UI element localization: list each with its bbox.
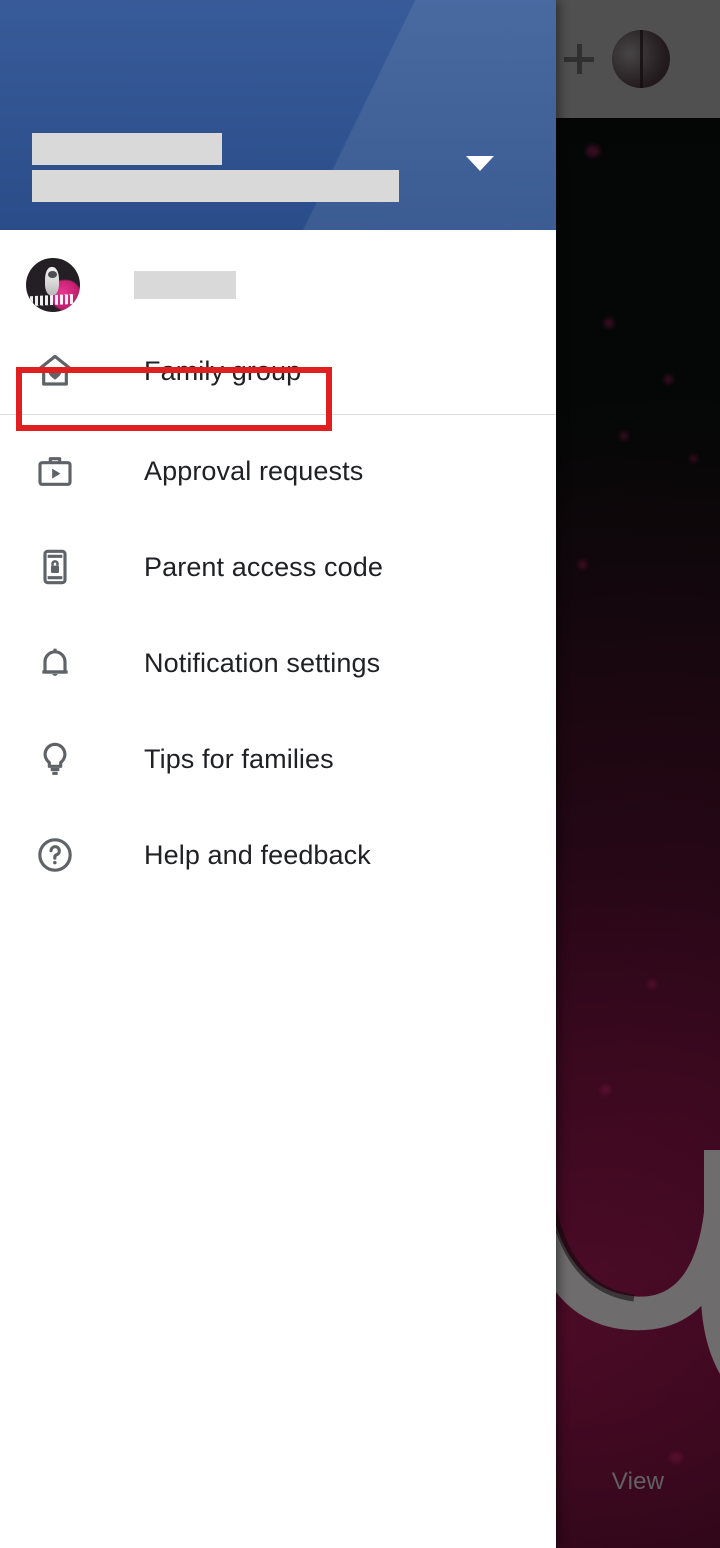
drawer-divider xyxy=(0,414,556,415)
menu-item-label: Family group xyxy=(144,355,302,386)
phone-lock-icon xyxy=(26,547,84,587)
header-redacted-line-2 xyxy=(32,170,399,202)
menu-item-family-group[interactable]: Family group xyxy=(0,334,556,408)
menu-item-label: Parent access code xyxy=(144,551,383,582)
approval-bag-play-icon xyxy=(26,451,84,491)
menu-item-label: Tips for families xyxy=(144,743,334,774)
bell-icon xyxy=(26,643,84,683)
screen: View Family group Approval requests Pare… xyxy=(0,0,720,1548)
chevron-down-icon[interactable] xyxy=(466,156,494,171)
help-circle-icon xyxy=(26,835,84,875)
menu-item-label: Approval requests xyxy=(144,455,364,486)
account-name-redacted xyxy=(134,271,236,299)
drawer-menu-list: Family group Approval requests Parent ac… xyxy=(0,334,556,903)
menu-item-help-and-feedback[interactable]: Help and feedback xyxy=(0,807,556,903)
menu-item-notification-settings[interactable]: Notification settings xyxy=(0,615,556,711)
family-home-heart-icon xyxy=(26,351,84,391)
navigation-drawer: Family group Approval requests Parent ac… xyxy=(0,0,556,1548)
drawer-header xyxy=(0,0,556,230)
account-row[interactable] xyxy=(0,230,556,340)
menu-item-label: Notification settings xyxy=(144,647,381,678)
lightbulb-icon xyxy=(26,739,84,779)
menu-item-parent-access-code[interactable]: Parent access code xyxy=(0,519,556,615)
menu-item-tips-for-families[interactable]: Tips for families xyxy=(0,711,556,807)
menu-item-approval-requests[interactable]: Approval requests xyxy=(0,423,556,519)
avatar-astronaut xyxy=(45,266,60,295)
menu-item-label: Help and feedback xyxy=(144,839,371,870)
header-redacted-line-1 xyxy=(32,133,222,165)
account-avatar[interactable] xyxy=(26,258,80,312)
